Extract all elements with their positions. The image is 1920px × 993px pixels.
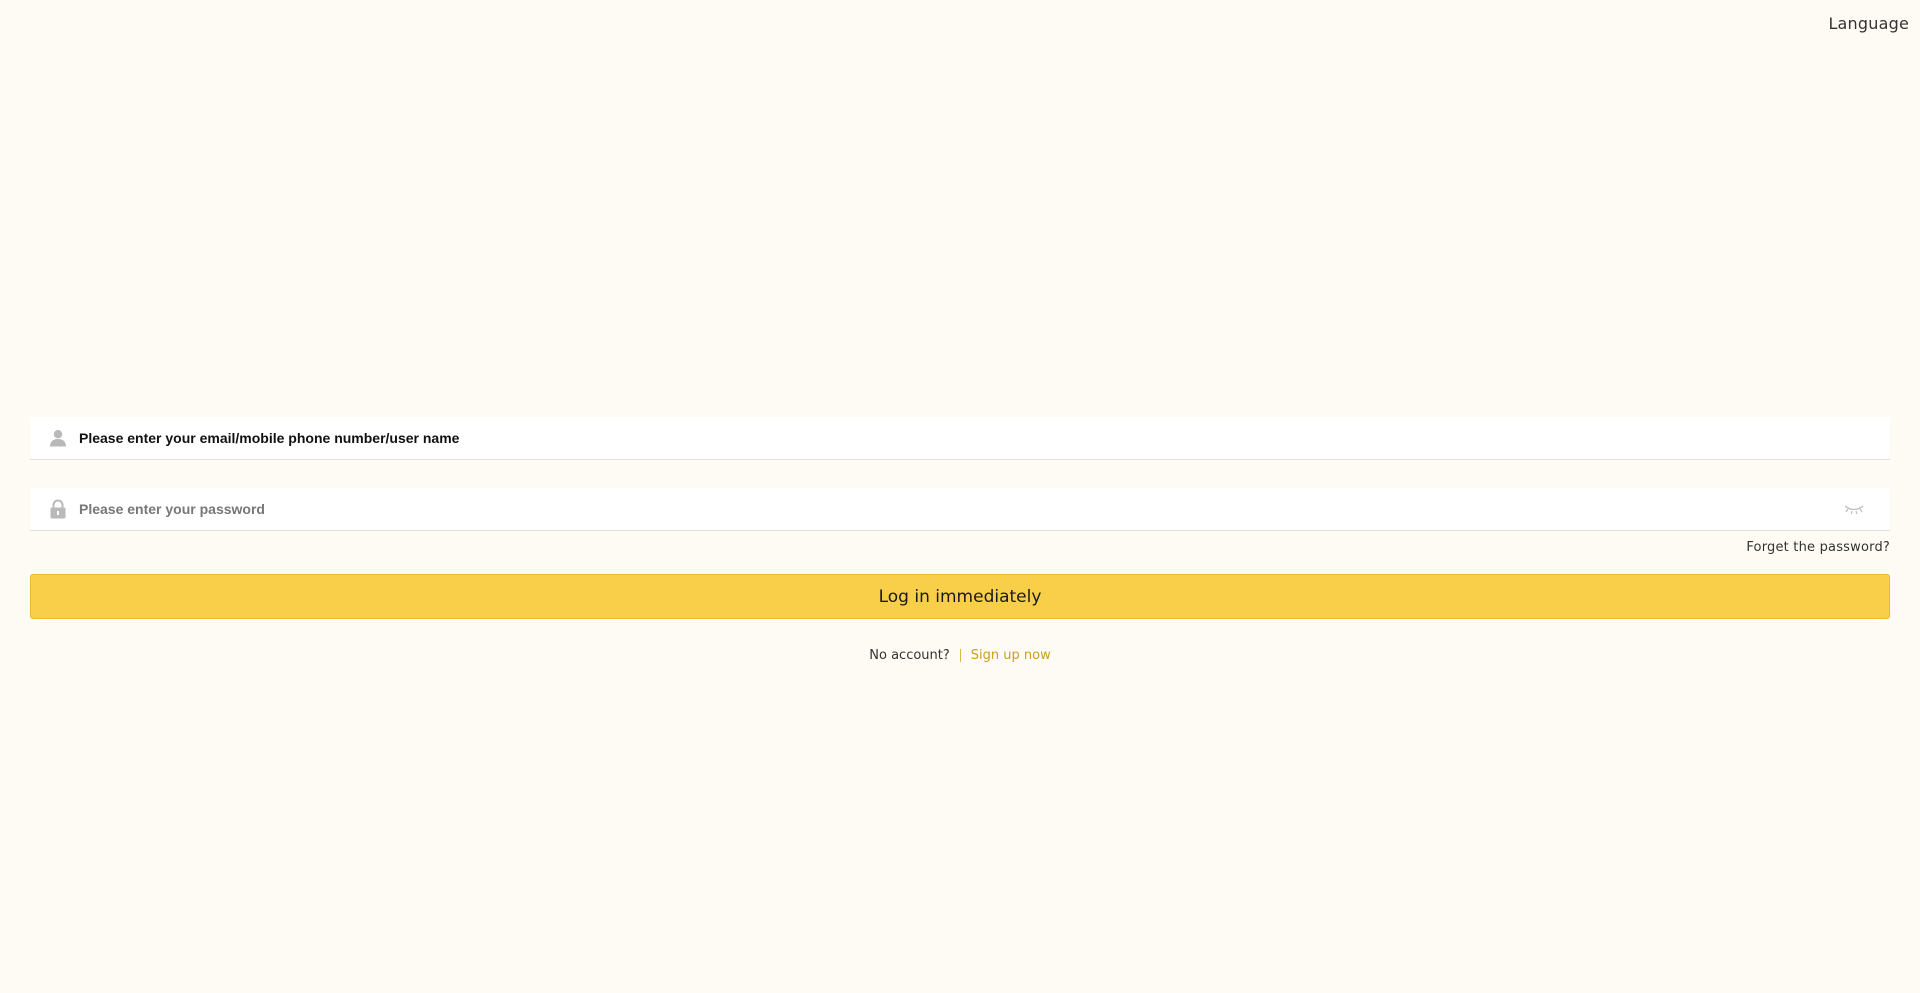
password-field-container bbox=[30, 488, 1890, 531]
language-selector[interactable]: Language bbox=[1828, 14, 1909, 33]
login-button[interactable]: Log in immediately bbox=[30, 574, 1890, 619]
account-input[interactable] bbox=[79, 418, 1890, 458]
account-field-container bbox=[30, 417, 1890, 460]
login-form: Forget the password? Log in immediately … bbox=[30, 417, 1890, 663]
forgot-row: Forget the password? bbox=[30, 540, 1890, 555]
signup-link[interactable]: Sign up now bbox=[971, 648, 1051, 663]
divider bbox=[959, 649, 961, 662]
eye-closed-icon[interactable] bbox=[1842, 499, 1866, 519]
password-input[interactable] bbox=[79, 489, 1842, 529]
login-page: Language Please enter your email/mobile … bbox=[0, 0, 1920, 993]
lock-icon bbox=[49, 499, 67, 519]
forgot-password-link[interactable]: Forget the password? bbox=[1746, 540, 1890, 555]
no-account-text: No account? bbox=[869, 648, 950, 663]
signup-row: No account? Sign up now bbox=[30, 648, 1890, 663]
user-icon bbox=[49, 428, 67, 448]
